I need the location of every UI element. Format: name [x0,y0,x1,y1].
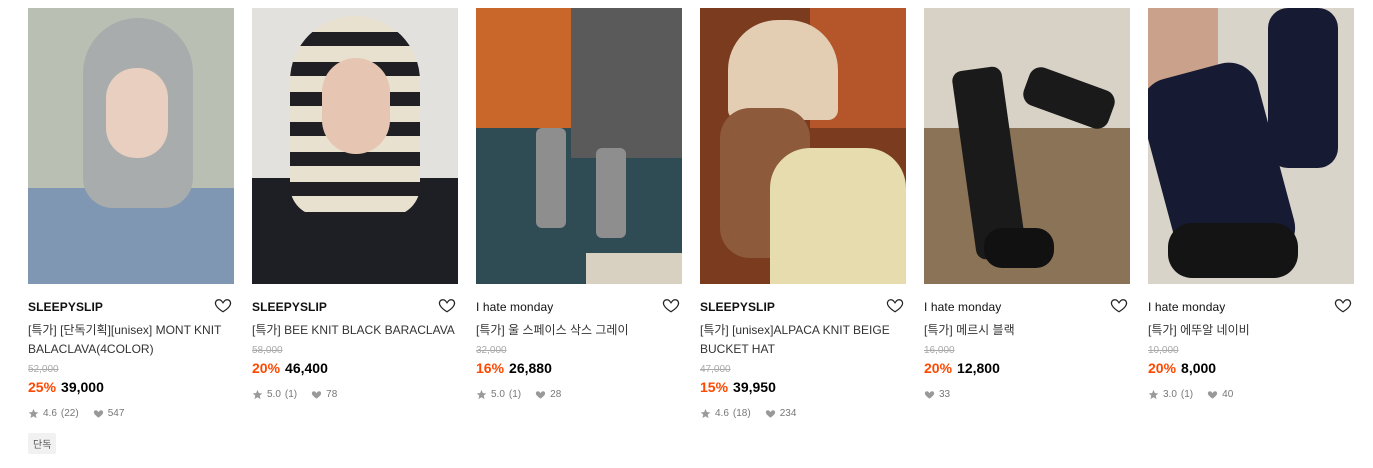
product-meta: 5.0 (1) 28 [476,387,682,401]
original-price: 10,000 [1148,345,1179,356]
sale-price: 39,950 [733,379,776,395]
rating: 4.6 [43,407,57,419]
brand-name[interactable]: SLEEPYSLIP [252,300,327,314]
star-icon [1148,389,1159,399]
discount-rate: 15% [700,379,729,395]
product-title[interactable]: [특가] BEE KNIT BLACK BARACLAVA [252,321,458,340]
star-icon [476,389,487,399]
like-count: 547 [107,407,125,419]
original-price: 58,000 [252,345,283,356]
heart-small-icon [312,390,322,399]
product-title[interactable]: [특가] 메르시 블랙 [924,321,1130,340]
like-count: 78 [326,388,338,400]
review-count: (22) [60,407,79,419]
product-meta: 4.6 (18) 234 [700,406,906,420]
brand-name[interactable]: SLEEPYSLIP [28,300,103,314]
original-price: 52,000 [28,364,59,375]
product-card[interactable]: SLEEPYSLIP [특가] [단독기획][unisex] MONT KNIT… [28,8,234,454]
star-icon [28,408,39,418]
review-count: (1) [1180,388,1194,400]
like-count: 40 [1222,388,1234,400]
star-icon [252,389,263,399]
product-grid: SLEEPYSLIP [특가] [단독기획][unisex] MONT KNIT… [0,0,1373,468]
product-meta: 5.0 (1) 78 [252,387,458,401]
heart-icon[interactable] [1110,296,1128,314]
product-title[interactable]: [특가] [unisex]ALPACA KNIT BEIGE BUCKET HA… [700,321,906,359]
heart-icon[interactable] [886,296,904,314]
heart-small-icon [765,409,775,418]
product-card[interactable]: I hate monday [특가] 울 스페이스 삭스 그레이 32,000 … [476,8,682,401]
product-title[interactable]: [특가] [단독기획][unisex] MONT KNIT BALACLAVA(… [28,321,234,359]
sale-price: 46,400 [285,360,328,376]
product-image[interactable] [28,8,234,284]
rating: 5.0 [491,388,505,400]
rating: 3.0 [1163,388,1177,400]
sale-price: 8,000 [1181,360,1217,376]
discount-rate: 16% [476,360,505,376]
brand-name[interactable]: I hate monday [1148,300,1225,314]
heart-icon[interactable] [1334,296,1352,314]
like-count: 28 [550,388,562,400]
sale-price: 26,880 [509,360,552,376]
product-card[interactable]: SLEEPYSLIP [특가] BEE KNIT BLACK BARACLAVA… [252,8,458,401]
product-card[interactable]: SLEEPYSLIP [특가] [unisex]ALPACA KNIT BEIG… [700,8,906,420]
like-count: 33 [939,388,951,400]
heart-icon[interactable] [214,296,232,314]
product-title[interactable]: [특가] 울 스페이스 삭스 그레이 [476,321,682,340]
brand-name[interactable]: I hate monday [924,300,1001,314]
product-image[interactable] [252,8,458,284]
discount-rate: 25% [28,379,57,395]
brand-name[interactable]: I hate monday [476,300,553,314]
product-title[interactable]: [특가] 에뚜알 네이비 [1148,321,1354,340]
discount-rate: 20% [924,360,953,376]
like-count: 234 [779,407,797,419]
sale-price: 12,800 [957,360,1000,376]
sale-price: 39,000 [61,379,104,395]
exclusive-badge: 단독 [28,433,57,454]
heart-small-icon [1208,390,1218,399]
product-image[interactable] [924,8,1130,284]
heart-small-icon [93,409,103,418]
product-image[interactable] [476,8,682,284]
original-price: 47,000 [700,364,731,375]
rating: 5.0 [267,388,281,400]
discount-rate: 20% [252,360,281,376]
heart-icon[interactable] [662,296,680,314]
heart-icon[interactable] [438,296,456,314]
product-image[interactable] [1148,8,1354,284]
product-meta: 4.6 (22) 547 [28,406,234,420]
rating: 4.6 [715,407,729,419]
heart-small-icon [536,390,546,399]
brand-name[interactable]: SLEEPYSLIP [700,300,775,314]
review-count: (18) [732,407,751,419]
review-count: (1) [508,388,522,400]
original-price: 32,000 [476,345,507,356]
product-card[interactable]: I hate monday [특가] 메르시 블랙 16,000 20% 12,8… [924,8,1130,401]
review-count: (1) [284,388,298,400]
product-card[interactable]: I hate monday [특가] 에뚜알 네이비 10,000 20% 8,0… [1148,8,1354,401]
product-meta: 33 [924,387,1130,401]
product-image[interactable] [700,8,906,284]
star-icon [700,408,711,418]
product-meta: 3.0 (1) 40 [1148,387,1354,401]
discount-rate: 20% [1148,360,1177,376]
original-price: 16,000 [924,345,955,356]
heart-small-icon [924,390,935,399]
